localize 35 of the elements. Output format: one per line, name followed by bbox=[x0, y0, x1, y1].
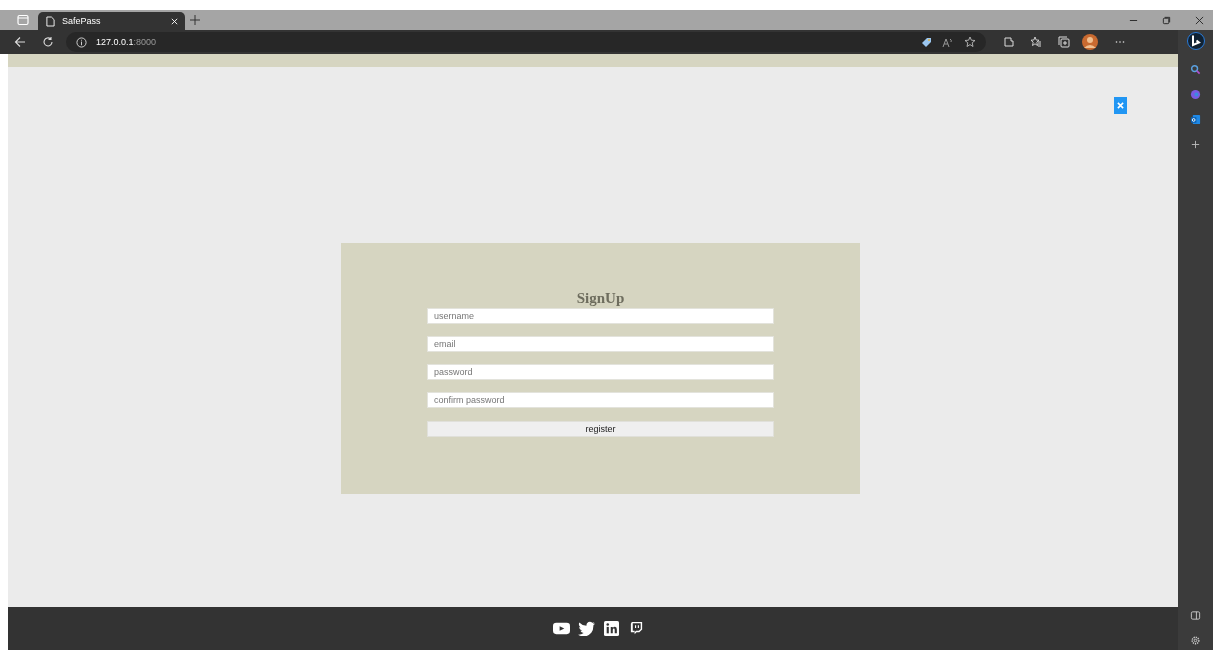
address-bar[interactable]: 127.0.0.1:8000 bbox=[66, 32, 986, 52]
close-icon bbox=[1117, 102, 1124, 109]
restore-icon[interactable] bbox=[1162, 15, 1171, 25]
refresh-icon[interactable] bbox=[42, 36, 54, 48]
tag-icon[interactable] bbox=[920, 36, 932, 48]
input-field[interactable]: email bbox=[427, 336, 774, 352]
read-aloud-icon[interactable] bbox=[942, 36, 954, 48]
settings-icon[interactable] bbox=[1190, 635, 1201, 646]
youtube-icon[interactable] bbox=[553, 621, 570, 636]
browser-tab[interactable]: SafePass bbox=[38, 12, 185, 30]
input-field[interactable]: confirm password bbox=[427, 392, 774, 408]
collections-icon[interactable] bbox=[1058, 36, 1070, 48]
linkedin-icon[interactable] bbox=[603, 621, 620, 636]
back-icon[interactable] bbox=[14, 36, 26, 48]
close-icon[interactable] bbox=[1195, 15, 1204, 25]
page-icon bbox=[46, 15, 55, 27]
input-field[interactable]: username bbox=[427, 308, 774, 324]
signup-title: SignUp bbox=[575, 289, 626, 307]
shapes-icon[interactable] bbox=[1190, 89, 1201, 100]
new-tab-icon[interactable] bbox=[190, 15, 200, 25]
close-tab-icon[interactable] bbox=[170, 16, 179, 26]
panel-icon[interactable] bbox=[1190, 610, 1201, 621]
info-icon[interactable] bbox=[76, 36, 87, 48]
bird-icon[interactable] bbox=[578, 621, 595, 636]
chat-bubble-icon[interactable] bbox=[628, 621, 645, 636]
input-field[interactable]: password bbox=[427, 364, 774, 380]
close-button[interactable] bbox=[1114, 97, 1127, 114]
profile-avatar[interactable] bbox=[1082, 34, 1098, 50]
register-button[interactable]: register bbox=[427, 421, 774, 437]
favorites-icon[interactable] bbox=[1030, 36, 1042, 48]
url-text[interactable]: 127.0.0.1:8000 bbox=[96, 37, 157, 47]
search-icon[interactable] bbox=[1190, 64, 1201, 75]
add-favorite-icon[interactable] bbox=[964, 36, 976, 48]
add-icon[interactable] bbox=[1190, 139, 1201, 150]
mail-icon[interactable] bbox=[1190, 114, 1201, 125]
